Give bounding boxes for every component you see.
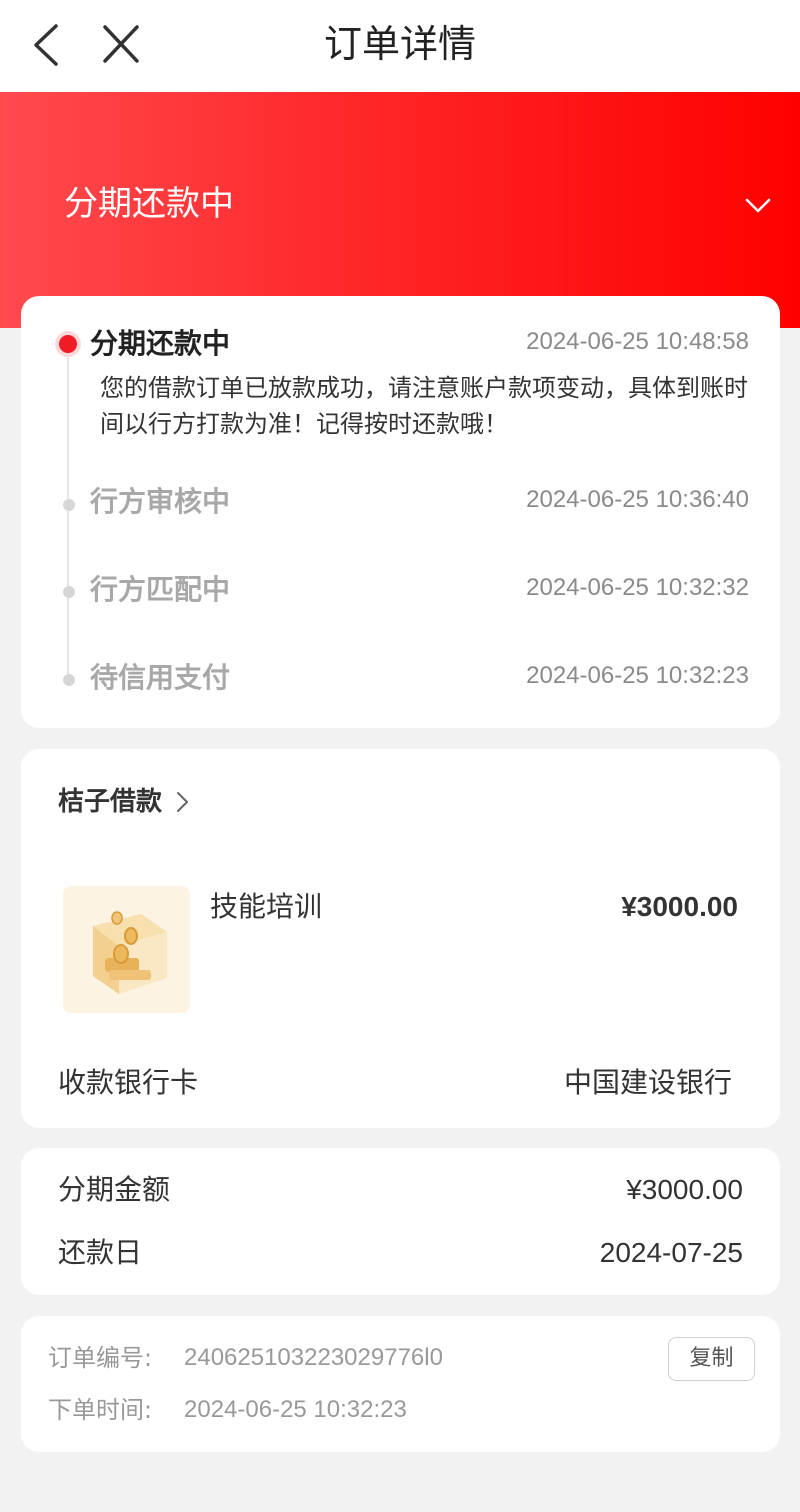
status-banner: 分期还款中	[0, 92, 800, 328]
chevron-right-icon	[177, 792, 189, 812]
due-date-label: 还款日	[58, 1236, 143, 1269]
chevron-down-icon[interactable]	[744, 196, 772, 216]
order-number-label: 订单编号:	[48, 1344, 153, 1372]
timeline-dot-active	[55, 331, 81, 357]
bank-card-value: 中国建设银行	[563, 1066, 732, 1099]
top-bar: 订单详情	[0, 0, 800, 92]
installment-amount-row: 分期金额 ¥3000.00	[58, 1170, 743, 1210]
merchant-link[interactable]: 桔子借款	[58, 785, 190, 819]
copy-button[interactable]: 复制	[668, 1337, 755, 1381]
product-thumbnail	[63, 886, 190, 1013]
merchant-name: 桔子借款	[58, 787, 163, 817]
installment-card: 分期金额 ¥3000.00 还款日 2024-07-25	[21, 1148, 780, 1295]
product-price: ¥3000.00	[621, 891, 738, 922]
status-text: 分期还款中	[64, 184, 234, 224]
order-time-value: 2024-06-25 10:32:23	[184, 1396, 407, 1423]
product-name: 技能培训	[210, 890, 323, 923]
timeline-step-title: 分期还款中	[90, 327, 231, 360]
page-title: 订单详情	[323, 22, 476, 66]
bank-card-label: 收款银行卡	[58, 1066, 199, 1099]
timeline-step-time: 2024-06-25 10:32:23	[526, 662, 749, 689]
timeline-dot	[63, 674, 75, 686]
timeline-step-time: 2024-06-25 10:48:58	[526, 328, 749, 355]
timeline-dot	[63, 499, 75, 511]
timeline-step-description: 您的借款订单已放款成功，请注意账户款项变动，具体到账时间以行方打款为准！记得按时…	[100, 374, 748, 438]
order-time-label: 下单时间:	[48, 1396, 153, 1424]
timeline-step-title: 待信用支付	[90, 661, 231, 694]
installment-amount-value: ¥3000.00	[626, 1174, 743, 1205]
installment-amount-label: 分期金额	[58, 1173, 171, 1206]
timeline-step-time: 2024-06-25 10:32:32	[526, 574, 749, 601]
timeline-step-time: 2024-06-25 10:36:40	[526, 486, 749, 513]
progress-timeline-card: 分期还款中 2024-06-25 10:48:58 您的借款订单已放款成功，请注…	[21, 296, 780, 728]
due-date-row: 还款日 2024-07-25	[58, 1233, 743, 1273]
order-number-value: 240625103223029776l0	[184, 1344, 443, 1371]
due-date-value: 2024-07-25	[599, 1237, 743, 1268]
timeline-dot	[63, 586, 75, 598]
order-info-card: 订单编号: 240625103223029776l0 复制 下单时间: 2024…	[21, 1316, 780, 1452]
coin-box-icon	[93, 911, 167, 994]
timeline-step-title: 行方匹配中	[90, 573, 231, 606]
product-card: 桔子借款 技能培训 ¥3000.00 收款银行卡 中国建设银行	[21, 749, 780, 1128]
timeline-line	[67, 352, 69, 682]
timeline-step-title: 行方审核中	[90, 485, 231, 518]
